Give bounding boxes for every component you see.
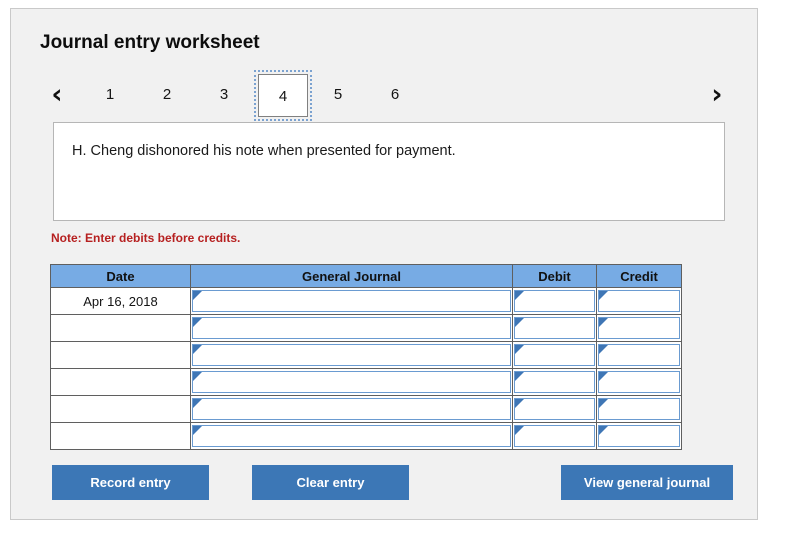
view-general-journal-button[interactable]: View general journal [561,465,733,500]
cell-debit [512,341,597,369]
cell-date [50,314,191,342]
debit-input-wrapper[interactable] [514,425,595,447]
transaction-description-text: H. Cheng dishonored his note when presen… [72,143,456,159]
journal-entry-table: Date General Journal Debit Credit Apr 16… [50,264,682,450]
general-journal-input[interactable] [203,426,509,446]
debit-input-wrapper[interactable] [514,344,595,366]
debit-input[interactable] [525,399,593,419]
credit-input-wrapper[interactable] [598,371,680,393]
credit-input[interactable] [609,426,678,446]
worksheet-tab-1[interactable]: 1 [95,80,125,110]
cell-date [50,341,191,369]
debits-before-credits-note: Note: Enter debits before credits. [51,231,241,245]
credit-input-wrapper[interactable] [598,398,680,420]
credit-input[interactable] [609,372,678,392]
cell-date [50,368,191,396]
debit-input[interactable] [525,372,593,392]
table-row [50,422,682,450]
column-header-date: Date [50,264,191,288]
worksheet-pager: ‹ 123456 › [33,69,739,123]
credit-input[interactable] [609,318,678,338]
cell-general-journal [190,314,513,342]
column-header-debit: Debit [512,264,597,288]
general-journal-input-wrapper[interactable] [192,290,511,312]
debit-input[interactable] [525,291,593,311]
cell-credit [596,422,682,450]
cell-credit [596,341,682,369]
journal-entry-worksheet-panel: Journal entry worksheet ‹ 123456 › H. Ch… [10,8,758,520]
credit-input[interactable] [609,345,678,365]
cell-debit [512,422,597,450]
credit-input[interactable] [609,399,678,419]
worksheet-tab-6[interactable]: 6 [380,80,410,110]
chevron-right-icon[interactable]: › [701,78,733,112]
debit-input[interactable] [525,426,593,446]
debit-input[interactable] [525,318,593,338]
general-journal-input[interactable] [203,291,509,311]
worksheet-tab-3[interactable]: 3 [209,80,239,110]
credit-input-wrapper[interactable] [598,290,680,312]
credit-input-wrapper[interactable] [598,425,680,447]
cell-credit [596,314,682,342]
column-header-credit: Credit [596,264,682,288]
general-journal-input-wrapper[interactable] [192,425,511,447]
table-header-row: Date General Journal Debit Credit [50,264,682,288]
record-entry-button[interactable]: Record entry [52,465,209,500]
debit-input-wrapper[interactable] [514,290,595,312]
clear-entry-button[interactable]: Clear entry [252,465,409,500]
worksheet-tab-4[interactable]: 4 [254,70,312,121]
worksheet-tab-2[interactable]: 2 [152,80,182,110]
general-journal-input-wrapper[interactable] [192,344,511,366]
cell-debit [512,314,597,342]
cell-debit [512,368,597,396]
cell-general-journal [190,287,513,315]
table-row [50,368,682,396]
cell-date [50,422,191,450]
journal-entry-table-body: Apr 16, 2018 [50,287,682,450]
debit-input-wrapper[interactable] [514,317,595,339]
cell-date [50,395,191,423]
table-row [50,395,682,423]
table-row: Apr 16, 2018 [50,287,682,315]
table-row [50,341,682,369]
debit-input[interactable] [525,345,593,365]
general-journal-input[interactable] [203,318,509,338]
general-journal-input-wrapper[interactable] [192,398,511,420]
table-row [50,314,682,342]
cell-debit [512,395,597,423]
cell-debit [512,287,597,315]
credit-input-wrapper[interactable] [598,317,680,339]
cell-general-journal [190,422,513,450]
credit-input-wrapper[interactable] [598,344,680,366]
general-journal-input[interactable] [203,345,509,365]
general-journal-input-wrapper[interactable] [192,317,511,339]
general-journal-input[interactable] [203,372,509,392]
general-journal-input[interactable] [203,399,509,419]
general-journal-input-wrapper[interactable] [192,371,511,393]
debit-input-wrapper[interactable] [514,371,595,393]
cell-general-journal [190,395,513,423]
transaction-description-box: H. Cheng dishonored his note when presen… [53,122,725,221]
column-header-general-journal: General Journal [190,264,513,288]
worksheet-tab-5[interactable]: 5 [323,80,353,110]
credit-input[interactable] [609,291,678,311]
cell-credit [596,287,682,315]
cell-credit [596,368,682,396]
debit-input-wrapper[interactable] [514,398,595,420]
chevron-left-icon[interactable]: ‹ [41,78,73,112]
cell-general-journal [190,341,513,369]
cell-credit [596,395,682,423]
cell-general-journal [190,368,513,396]
cell-date: Apr 16, 2018 [50,287,191,315]
page-title: Journal entry worksheet [40,32,260,53]
